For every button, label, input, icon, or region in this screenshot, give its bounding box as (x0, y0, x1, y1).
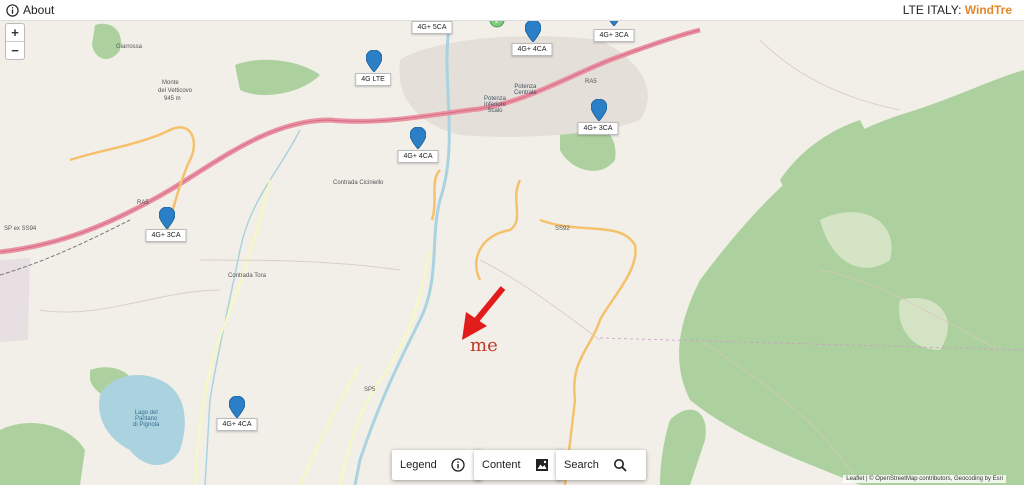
road-label: RA5 (137, 200, 149, 206)
marker-label[interactable]: 4G+ 4CA (216, 418, 258, 431)
cell-tower-marker[interactable] (366, 50, 382, 72)
about-label: About (23, 3, 55, 17)
marker-label[interactable]: 4G+ 3CA (577, 122, 619, 135)
map-attribution: Leaflet | © OpenStreetMap contributors, … (843, 475, 1006, 483)
place-label: Contrada Tora (228, 273, 266, 279)
me-arrow (462, 286, 506, 340)
search-label: Search (564, 459, 599, 471)
place-label: Potenza Inferiore Scalo (484, 96, 507, 114)
map-pin-icon (591, 99, 607, 121)
cell-tower-marker[interactable] (229, 396, 245, 418)
brand-prefix: LTE ITALY: (902, 3, 965, 17)
info-icon (6, 3, 19, 17)
brand-operator: WindTre (964, 3, 1012, 17)
road-label: SP ex SS94 (4, 226, 37, 232)
map-pin-icon (159, 207, 175, 229)
cell-tower-marker[interactable] (591, 99, 607, 121)
marker-label[interactable]: 4G+ 4CA (397, 150, 439, 163)
map-pin-icon (410, 127, 426, 149)
road-label: SP5 (364, 387, 376, 393)
place-label: Contrada Ciciniello (333, 180, 384, 186)
map-pin-icon (525, 20, 541, 42)
place-label: 945 m (164, 96, 181, 102)
legend-label: Legend (400, 459, 437, 471)
attribution-text: | © OpenStreetMap contributors, Geocodin… (864, 476, 1003, 482)
marker-label[interactable]: 4G+ 5CA (411, 21, 453, 34)
road-label: SS92 (555, 226, 570, 232)
search-icon (613, 459, 627, 472)
top-bar: About LTE ITALY: WindTre (0, 0, 1024, 21)
zoom-out-button[interactable]: − (6, 42, 24, 59)
place-label: Potenza Centrale (514, 84, 537, 96)
leaflet-link[interactable]: Leaflet (846, 476, 864, 482)
place-label: Giarrossa (116, 44, 143, 50)
about-button[interactable]: About (0, 3, 54, 17)
search-button[interactable]: Search (556, 450, 646, 480)
content-button[interactable]: Content (474, 450, 564, 480)
cell-tower-marker[interactable] (410, 127, 426, 149)
cell-tower-marker[interactable] (159, 207, 175, 229)
zoom-control: + − (5, 23, 25, 60)
legend-button[interactable]: Legend (392, 450, 482, 480)
map-pin-icon (366, 50, 382, 72)
cell-tower-marker[interactable] (525, 20, 541, 42)
lake-label: Lago del Pantano di Pignola (133, 410, 160, 428)
place-label: del Vetticovo (158, 88, 193, 94)
content-label: Content (482, 459, 521, 471)
image-icon (535, 459, 548, 471)
marker-label[interactable]: 4G+ 3CA (145, 229, 187, 242)
road-label: RA5 (585, 79, 597, 85)
marker-label[interactable]: 4G+ 4CA (511, 43, 553, 56)
info-icon (451, 458, 465, 472)
map-pin-icon (229, 396, 245, 418)
zoom-in-button[interactable]: + (6, 24, 24, 42)
me-annotation: me (470, 335, 498, 356)
marker-label[interactable]: 4G LTE (355, 73, 391, 86)
marker-label[interactable]: 4G+ 3CA (593, 29, 635, 42)
place-label: Monte (162, 80, 179, 86)
brand-title: LTE ITALY: WindTre (903, 3, 1024, 17)
